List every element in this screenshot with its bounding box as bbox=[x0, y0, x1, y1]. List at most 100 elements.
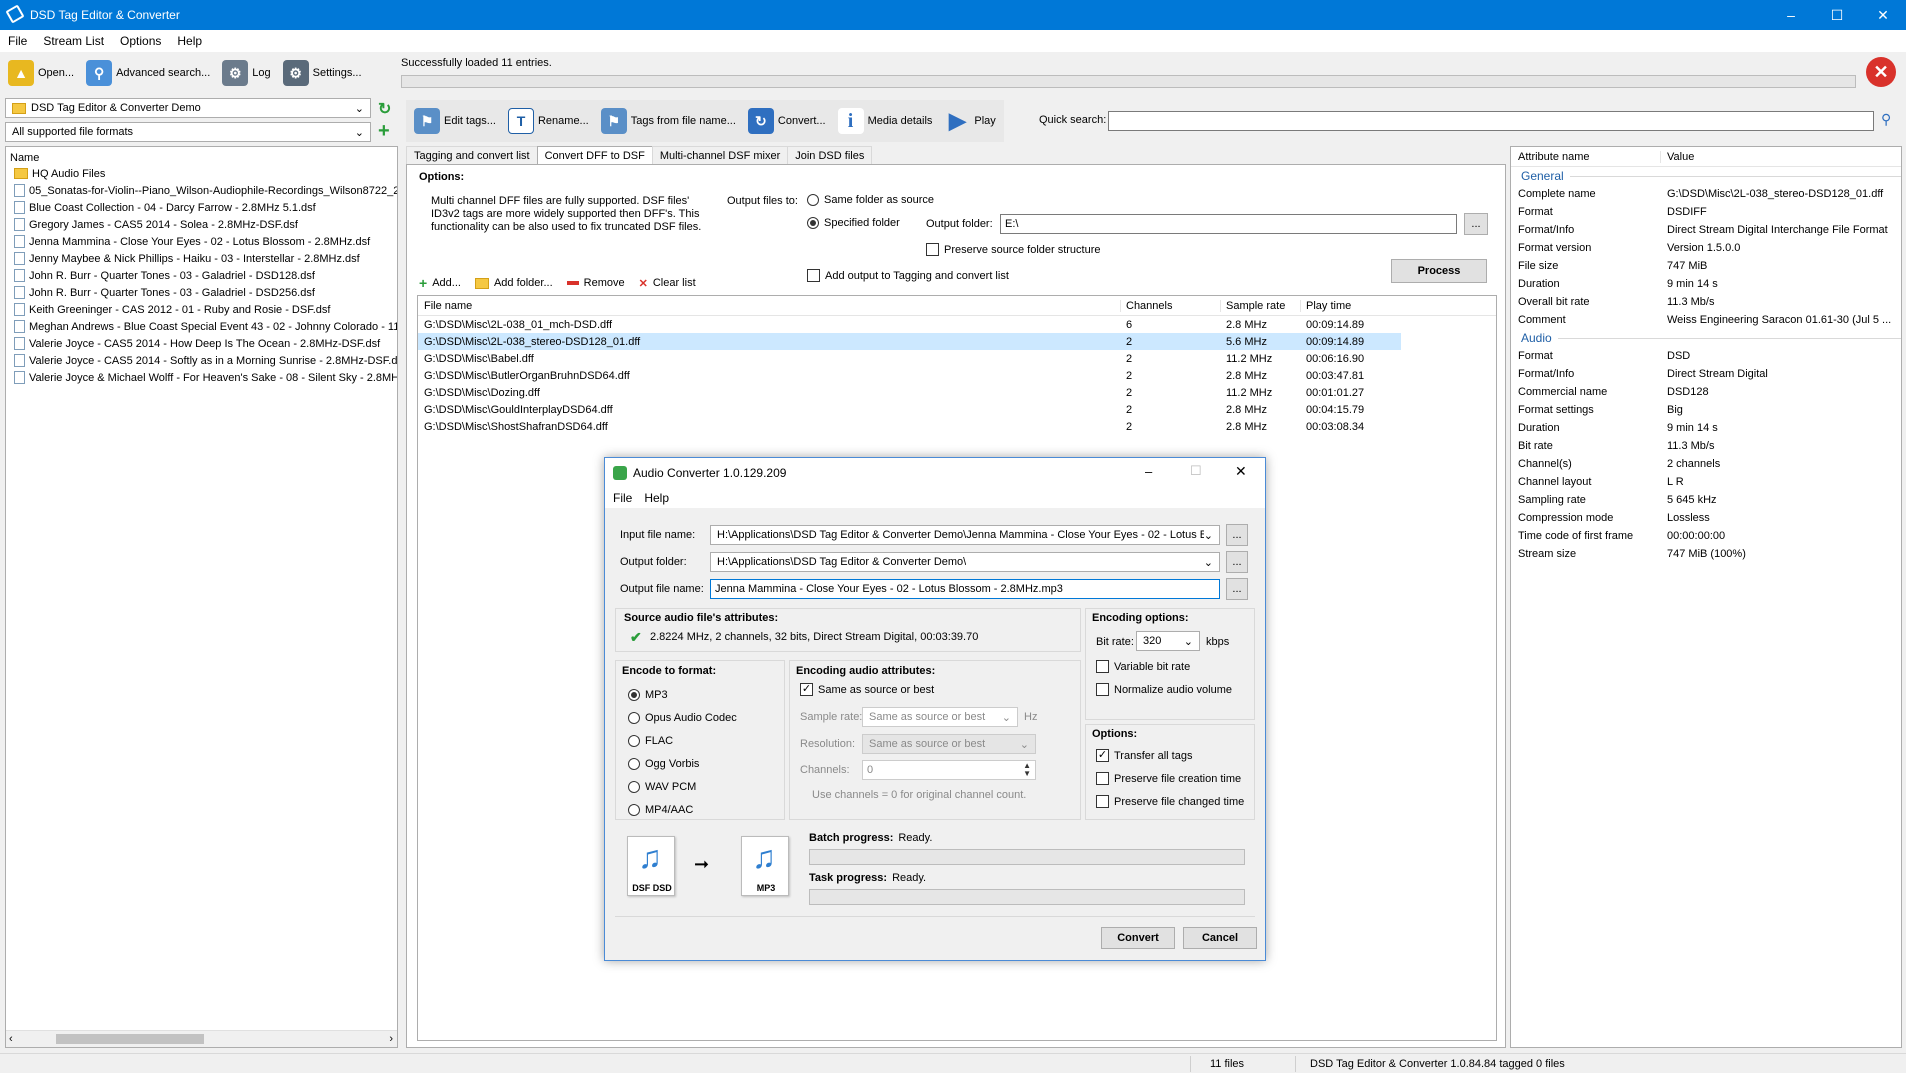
tree-file-item[interactable]: Jenny Maybee & Nick Phillips - Haiku - 0… bbox=[6, 250, 397, 267]
table-row[interactable]: G:\DSD\Misc\GouldInterplayDSD64.dff 2 2.8 … bbox=[418, 401, 1401, 418]
clear-list-button[interactable]: ✕ Clear list bbox=[639, 277, 696, 290]
preserve-structure-checkbox[interactable]: Preserve source folder structure bbox=[926, 243, 1101, 256]
normalize-checkbox[interactable]: Normalize audio volume bbox=[1096, 683, 1232, 696]
output-name-input[interactable]: Jenna Mammina - Close Your Eyes - 02 - L… bbox=[710, 579, 1220, 599]
property-row[interactable]: Commercial name DSD128 bbox=[1511, 383, 1901, 401]
property-row[interactable]: Bit rate 11.3 Mb/s bbox=[1511, 437, 1901, 455]
property-row[interactable]: Compression mode Lossless bbox=[1511, 509, 1901, 527]
tab-join[interactable]: Join DSD files bbox=[787, 146, 873, 165]
tree-file-item[interactable]: John R. Burr - Quarter Tones - 03 - Gala… bbox=[6, 284, 397, 301]
tree-file-item[interactable]: Blue Coast Collection - 04 - Darcy Farro… bbox=[6, 199, 397, 216]
media-details-button[interactable]: i Media details bbox=[834, 101, 937, 141]
property-row[interactable]: Time code of first frame 00:00:00:00 bbox=[1511, 527, 1901, 545]
output-folder-input[interactable]: E:\ bbox=[1000, 214, 1457, 234]
tab-mixer[interactable]: Multi-channel DSF mixer bbox=[651, 146, 789, 165]
menu-options[interactable]: Options bbox=[112, 34, 169, 48]
browse-folder-button[interactable]: ... bbox=[1226, 551, 1248, 573]
convert-button[interactable]: ↻ Convert... bbox=[744, 101, 830, 141]
format-radio[interactable]: WAV PCM bbox=[628, 775, 737, 798]
same-folder-radio[interactable]: Same folder as source bbox=[807, 194, 934, 206]
quick-search-input[interactable] bbox=[1108, 111, 1874, 131]
add-folder-button[interactable]: Add folder... bbox=[474, 277, 553, 289]
vbr-checkbox[interactable]: Variable bit rate bbox=[1096, 660, 1190, 673]
dialog-output-folder-select[interactable]: H:\Applications\DSD Tag Editor & Convert… bbox=[710, 552, 1220, 572]
property-row[interactable]: Overall bit rate 11.3 Mb/s bbox=[1511, 293, 1901, 311]
edit-tags-button[interactable]: ⚑ Edit tags... bbox=[410, 101, 500, 141]
add-files-button[interactable]: + Add... bbox=[419, 275, 461, 291]
open-button[interactable]: ▲ Open... bbox=[4, 53, 78, 93]
format-radio[interactable]: Ogg Vorbis bbox=[628, 752, 737, 775]
maximize-button[interactable]: ☐ bbox=[1814, 0, 1860, 30]
remove-button[interactable]: Remove bbox=[566, 277, 625, 289]
tree-file-item[interactable]: 05_Sonatas-for-Violin--Piano_Wilson-Audi… bbox=[6, 182, 397, 199]
property-row[interactable]: Channel layout L R bbox=[1511, 473, 1901, 491]
table-row[interactable]: G:\DSD\Misc\ButlerOrganBruhnDSD64.dff 2 2.… bbox=[418, 367, 1401, 384]
stop-icon[interactable]: ✕ bbox=[1866, 57, 1896, 87]
minimize-button[interactable]: – bbox=[1768, 0, 1814, 30]
browse-name-button[interactable]: ... bbox=[1226, 578, 1248, 600]
tree-folder-item[interactable]: HQ Audio Files bbox=[6, 165, 397, 182]
browse-output-button[interactable]: ... bbox=[1464, 213, 1488, 235]
tree-file-item[interactable]: Valerie Joyce - CAS5 2014 - Softly as in… bbox=[6, 352, 397, 369]
tab-convert-dff[interactable]: Convert DFF to DSF bbox=[536, 146, 653, 165]
table-row[interactable]: G:\DSD\Misc\Babel.dff 2 11.2 MHz 00:06:16.9… bbox=[418, 350, 1401, 367]
property-row[interactable]: Format settings Big bbox=[1511, 401, 1901, 419]
preserve-creation-checkbox[interactable]: Preserve file creation time bbox=[1096, 772, 1241, 785]
rename-button[interactable]: T Rename... bbox=[504, 101, 593, 141]
refresh-icon[interactable]: ↻ bbox=[378, 99, 391, 119]
settings-button[interactable]: ⚙ Settings... bbox=[279, 53, 366, 93]
tab-tagging[interactable]: Tagging and convert list bbox=[406, 146, 538, 165]
tree-file-item[interactable]: Valerie Joyce - CAS5 2014 - How Deep Is … bbox=[6, 335, 397, 352]
transfer-tags-checkbox[interactable]: ✓ Transfer all tags bbox=[1096, 749, 1192, 762]
property-row[interactable]: File size 747 MiB bbox=[1511, 257, 1901, 275]
format-radio[interactable]: MP3 bbox=[628, 683, 737, 706]
filter-select[interactable]: All supported file formats ⌄ bbox=[5, 122, 371, 142]
table-row[interactable]: G:\DSD\Misc\2L-038_01_mch-DSD.dff 6 2.8 MH… bbox=[418, 316, 1401, 333]
tree-file-item[interactable]: Jenna Mammina - Close Your Eyes - 02 - L… bbox=[6, 233, 397, 250]
same-as-source-checkbox[interactable]: ✓ Same as source or best bbox=[800, 683, 934, 696]
tree-file-item[interactable]: Meghan Andrews - Blue Coast Special Even… bbox=[6, 318, 397, 335]
tags-from-file-name-button[interactable]: ⚑ Tags from file name... bbox=[597, 101, 740, 141]
specified-folder-radio[interactable]: Specified folder bbox=[807, 217, 900, 229]
dialog-close-button[interactable]: ✕ bbox=[1235, 463, 1247, 480]
process-button[interactable]: Process bbox=[1391, 259, 1487, 283]
scroll-left-icon[interactable]: ‹ bbox=[9, 1033, 13, 1045]
input-file-select[interactable]: H:\Applications\DSD Tag Editor & Convert… bbox=[710, 525, 1220, 545]
property-row[interactable]: Complete name G:\DSD\Misc\2L-038_stereo-D… bbox=[1511, 185, 1901, 203]
search-icon[interactable]: ⚲ bbox=[1881, 111, 1891, 128]
close-button[interactable]: ✕ bbox=[1860, 0, 1906, 30]
property-row[interactable]: Format DSD bbox=[1511, 347, 1901, 365]
property-row[interactable]: Duration 9 min 14 s bbox=[1511, 275, 1901, 293]
table-row[interactable]: G:\DSD\Misc\ShostShafranDSD64.dff 2 2.8 MH… bbox=[418, 418, 1401, 435]
format-radio[interactable]: FLAC bbox=[628, 729, 737, 752]
cancel-dialog-button[interactable]: Cancel bbox=[1183, 927, 1257, 949]
table-row[interactable]: G:\DSD\Misc\Dozing.dff 2 11.2 MHz 00:01:01.… bbox=[418, 384, 1401, 401]
format-radio[interactable]: MP4/AAC bbox=[628, 798, 737, 821]
file-tree[interactable]: Name HQ Audio Files 05_Sonatas-for-Violin… bbox=[5, 146, 398, 1048]
bitrate-select[interactable]: 320 ⌄ bbox=[1136, 631, 1200, 651]
property-row[interactable]: Channel(s) 2 channels bbox=[1511, 455, 1901, 473]
convert-dialog-button[interactable]: Convert bbox=[1101, 927, 1175, 949]
dialog-minimize-button[interactable]: – bbox=[1145, 464, 1152, 479]
property-row[interactable]: Format/Info Direct Stream Digital Interch… bbox=[1511, 221, 1901, 239]
props-col-attribute[interactable]: Attribute name bbox=[1511, 150, 1661, 163]
menu-help[interactable]: Help bbox=[169, 34, 210, 48]
property-row[interactable]: Format version Version 1.5.0.0 bbox=[1511, 239, 1901, 257]
scroll-thumb[interactable] bbox=[56, 1034, 204, 1044]
format-radio[interactable]: Opus Audio Codec bbox=[628, 706, 737, 729]
dialog-menu-file[interactable]: File bbox=[607, 491, 638, 505]
play-button[interactable]: ▶ Play bbox=[940, 101, 999, 141]
preserve-changed-checkbox[interactable]: Preserve file changed time bbox=[1096, 795, 1244, 808]
props-col-value[interactable]: Value bbox=[1661, 151, 1901, 163]
property-row[interactable]: Format/Info Direct Stream Digital bbox=[1511, 365, 1901, 383]
log-button[interactable]: ⚙ Log bbox=[218, 53, 274, 93]
menu-stream-list[interactable]: Stream List bbox=[35, 34, 112, 48]
scroll-right-icon[interactable]: › bbox=[389, 1033, 393, 1045]
col-file-name[interactable]: File name bbox=[418, 299, 1121, 312]
location-select[interactable]: DSD Tag Editor & Converter Demo ⌄ bbox=[5, 98, 371, 118]
property-row[interactable]: Format DSDIFF bbox=[1511, 203, 1901, 221]
horizontal-scrollbar[interactable]: ‹ › bbox=[6, 1030, 397, 1047]
menu-file[interactable]: File bbox=[0, 34, 35, 48]
property-row[interactable]: Duration 9 min 14 s bbox=[1511, 419, 1901, 437]
col-sample-rate[interactable]: Sample rate bbox=[1221, 299, 1301, 312]
